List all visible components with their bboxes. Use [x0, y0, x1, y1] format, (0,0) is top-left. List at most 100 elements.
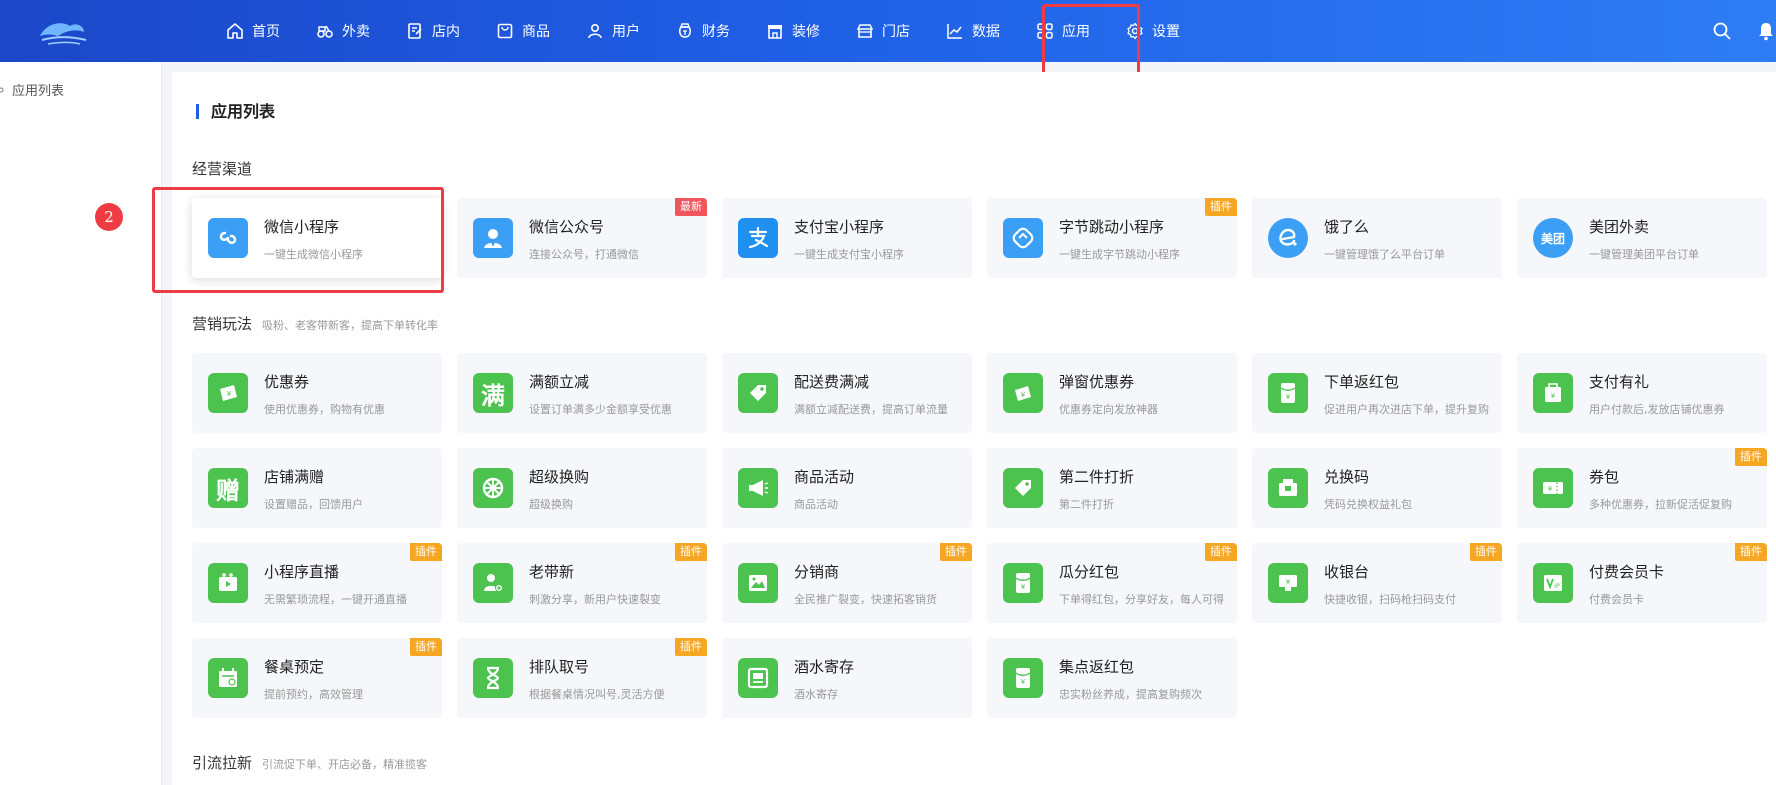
app-card-delivery-tag[interactable]: 配送费满减 满额立减配送费，提高订单流量 — [722, 353, 972, 433]
app-name: 分销商 — [794, 563, 840, 581]
nav-label: 外卖 — [342, 24, 370, 40]
finance-icon — [679, 23, 691, 38]
app-desc: 一键生成支付宝小程序 — [794, 248, 904, 261]
locker-icon — [738, 658, 778, 698]
app-name: 字节跳动小程序 — [1059, 218, 1165, 236]
coupon-icon: ¥ — [208, 373, 248, 413]
app-card-wheel[interactable]: 超级换购 超级换购 — [457, 448, 707, 528]
app-desc: 设置订单满多少金额享受优惠 — [529, 403, 672, 416]
plugin-tag: 插件 — [1470, 543, 1502, 561]
bell-icon[interactable] — [1756, 21, 1776, 41]
app-card-vip-card[interactable]: IP 付费会员卡 付费会员卡 插件 — [1517, 543, 1767, 623]
nav-item-data[interactable]: 数据 — [928, 0, 1018, 62]
nav-item-product[interactable]: 商品 — [478, 0, 568, 62]
app-card-popup-coupon[interactable]: ¥ 弹窗优惠券 优惠券定向发放神器 — [987, 353, 1237, 433]
nav-label: 商品 — [522, 24, 550, 40]
nav-item-finance[interactable]: 财务 — [658, 0, 748, 62]
app-name: 商品活动 — [794, 468, 855, 486]
app-card-redeem-code[interactable]: 兑换码 凭码兑换权益礼包 — [1252, 448, 1502, 528]
nav-label: 设置 — [1152, 24, 1180, 40]
red-packet-icon: ¥ — [1268, 373, 1308, 413]
alipay-icon — [738, 218, 778, 258]
app-name: 配送费满减 — [794, 373, 870, 391]
plugin-tag: 插件 — [675, 638, 707, 656]
top-right-tools — [1712, 0, 1776, 62]
plugin-tag: 插件 — [1205, 543, 1237, 561]
app-card-bytedance-miniprogram[interactable]: 字节跳动小程序 一键生成字节跳动小程序 插件 — [987, 198, 1237, 278]
popup-coupon-icon: ¥ — [1003, 373, 1043, 413]
nav-item-decorate[interactable]: 装修 — [748, 0, 838, 62]
app-desc: 一键生成字节跳动小程序 — [1059, 248, 1180, 261]
app-desc: 无需繁琐流程，一键开通直播 — [264, 593, 407, 606]
app-desc: 用户付款后,发放店铺优惠券 — [1589, 403, 1725, 416]
app-card-gift[interactable]: 赠 店铺满赠 设置赠品，回馈用户 — [192, 448, 442, 528]
meituan-logo-icon: 美团 — [1533, 218, 1573, 258]
split-red-packet-icon: ¥ — [1003, 563, 1043, 603]
app-card-megaphone[interactable]: 商品活动 商品活动 — [722, 448, 972, 528]
live-video-icon — [208, 563, 248, 603]
app-card-alipay-miniprogram[interactable]: 支付宝小程序 一键生成支付宝小程序 — [722, 198, 972, 278]
app-name: 微信公众号 — [529, 218, 605, 236]
store-icon — [856, 24, 874, 38]
app-card-distributor-image[interactable]: 分销商 全民推广裂变，快速拓客销货 插件 — [722, 543, 972, 623]
megaphone-icon — [738, 468, 778, 508]
app-card-wechat-official[interactable]: 微信公众号 连接公众号，打通微信 最新 — [457, 198, 707, 278]
section-subtitle: 引流促下单、开店必备，精准揽客 — [262, 758, 428, 771]
decorate-icon — [768, 25, 782, 39]
app-card-discount-tag[interactable]: 第二件打折 第二件打折 — [987, 448, 1237, 528]
nav-item-home[interactable]: 首页 — [208, 0, 298, 62]
app-card-red-packet[interactable]: ¥ 下单返红包 促进用户再次进店下单，提升复购 — [1252, 353, 1502, 433]
nav-item-takeout[interactable]: 外卖 — [298, 0, 388, 62]
product-icon — [497, 23, 513, 39]
nav-item-store[interactable]: 门店 — [838, 0, 928, 62]
app-card-full-reduction[interactable]: 满 满额立减 设置订单满多少金额享受优惠 — [457, 353, 707, 433]
svg-text:¥: ¥ — [1551, 392, 1556, 400]
app-card-live-video[interactable]: 小程序直播 无需繁琐流程，一键开通直播 插件 — [192, 543, 442, 623]
svg-text:¥: ¥ — [1286, 393, 1291, 401]
app-card-invite-user[interactable]: 老带新 刺激分享，新用户快速裂变 插件 — [457, 543, 707, 623]
eleme-icon — [1268, 218, 1308, 258]
app-card-coupon[interactable]: ¥ 优惠券 使用优惠券，购物有优惠 — [192, 353, 442, 433]
app-card-eleme[interactable]: 饿了么 一键管理饿了么平台订单 — [1252, 198, 1502, 278]
new-tag: 最新 — [675, 198, 707, 216]
plugin-tag: 插件 — [1735, 543, 1767, 561]
sidebar-item-app-list[interactable]: 应用列表 — [0, 80, 64, 99]
app-name: 支付有礼 — [1589, 373, 1650, 391]
icon-glyph: 满 — [481, 381, 505, 410]
app-card-point-red-packet[interactable]: ¥ 集点返红包 忠实粉丝养成，提高复购频次 — [987, 638, 1237, 718]
discount-tag-icon — [1003, 468, 1043, 508]
app-card-coupon-pack[interactable]: ¥ 券包 多种优惠券，拉新促活促复购 插件 — [1517, 448, 1767, 528]
app-card-calendar[interactable]: 餐桌预定 提前预约，高效管理 插件 — [192, 638, 442, 718]
app-card-hourglass[interactable]: 排队取号 根据餐桌情况叫号,灵活方便 插件 — [457, 638, 707, 718]
step-badge-2: 2 — [95, 203, 123, 231]
app-card-meituan[interactable]: 美团 美团外卖 一键管理美团平台订单 — [1517, 198, 1767, 278]
app-card-gift-bag[interactable]: ¥ 支付有礼用户付款后,发放店铺优惠券 — [1517, 353, 1767, 433]
app-desc: 商品活动 — [794, 498, 838, 511]
app-desc: 付费会员卡 — [1589, 593, 1644, 606]
app-card-cashier[interactable]: ¥ 收银台 快捷收银，扫码枪扫码支付 插件 — [1252, 543, 1502, 623]
app-desc: 促进用户再次进店下单，提升复购 — [1324, 403, 1489, 416]
user-icon — [588, 23, 602, 39]
svg-text:¥: ¥ — [1021, 678, 1026, 686]
app-desc: 多种优惠券，拉新促活促复购 — [1589, 498, 1732, 511]
app-desc: 忠实粉丝养成，提高复购频次 — [1059, 688, 1202, 701]
cashier-icon: ¥ — [1268, 563, 1308, 603]
app-desc: 刺激分享，新用户快速裂变 — [529, 593, 661, 606]
nav-label: 店内 — [432, 24, 460, 40]
wechat-official-icon — [473, 218, 513, 258]
app-name: 超级换购 — [529, 468, 590, 486]
section-title-traffic: 引流拉新 引流促下单、开店必备，精准揽客 — [192, 752, 427, 773]
svg-text:¥: ¥ — [1286, 578, 1291, 586]
nav-item-user[interactable]: 用户 — [568, 0, 658, 62]
svg-text:¥: ¥ — [1021, 583, 1026, 591]
app-name: 店铺满赠 — [264, 468, 325, 486]
calendar-icon — [208, 658, 248, 698]
nav-item-dine-in[interactable]: 店内 — [388, 0, 478, 62]
app-name: 第二件打折 — [1059, 468, 1135, 486]
section-title-marketing: 营销玩法 吸粉、老客带新客，提高下单转化率 — [192, 313, 438, 334]
app-card-locker[interactable]: 酒水寄存 酒水寄存 — [722, 638, 972, 718]
dine-in-icon — [408, 23, 422, 39]
section-title-text: 营销玩法 — [192, 315, 253, 333]
search-icon[interactable] — [1712, 21, 1732, 41]
app-card-split-red-packet[interactable]: ¥ 瓜分红包 下单得红包，分享好友，每人可得 插件 — [987, 543, 1237, 623]
